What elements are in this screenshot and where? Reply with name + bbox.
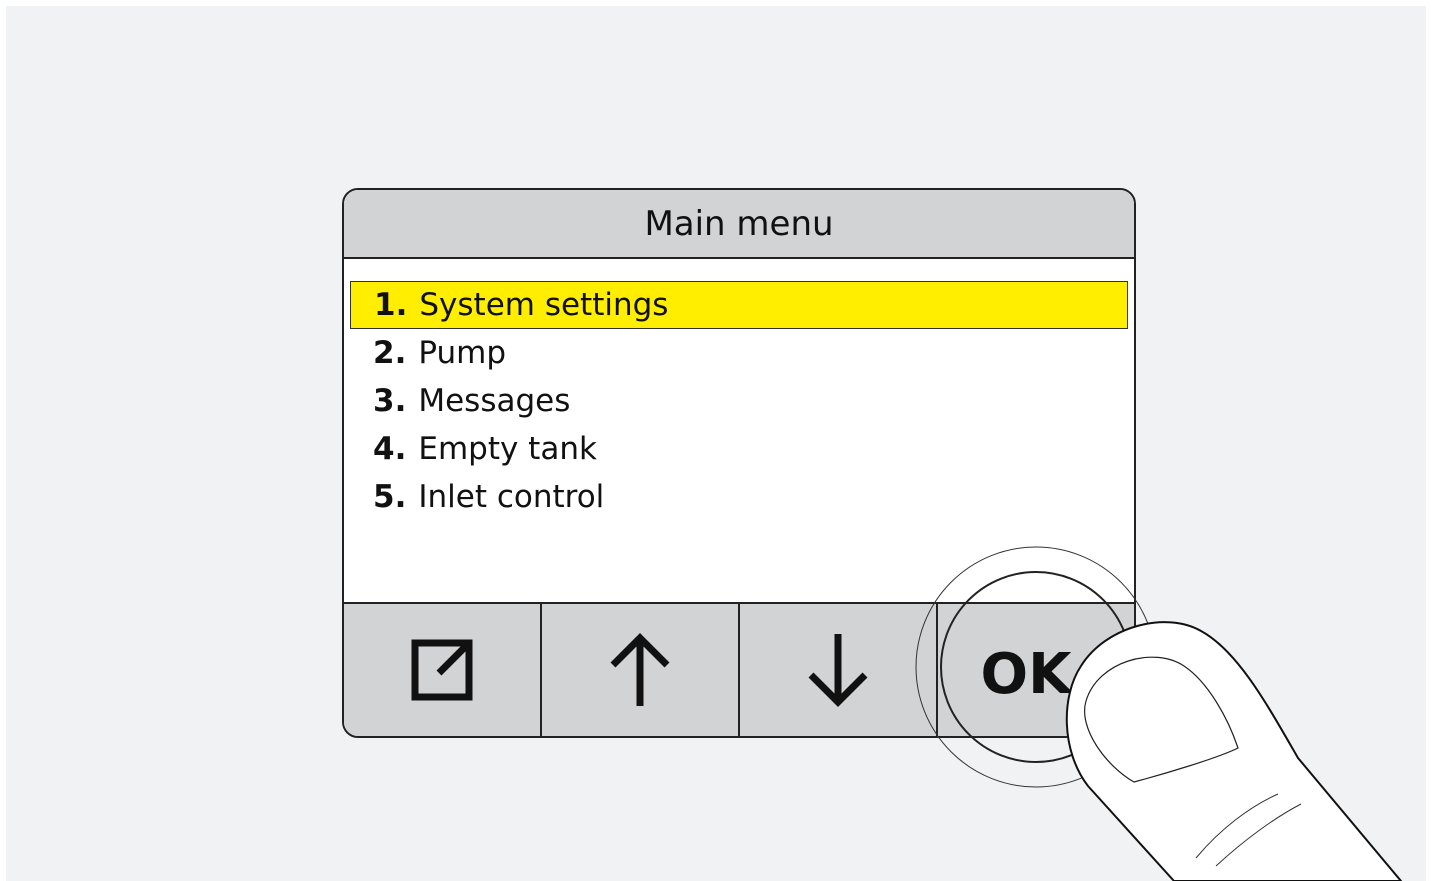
softkey-bar: OK: [344, 602, 1134, 736]
exit-button[interactable]: [344, 604, 542, 736]
menu-item-number: 3.: [373, 383, 407, 419]
menu-item-label: Messages: [418, 383, 571, 419]
menu-item-number: 1.: [374, 287, 408, 323]
page-title: Main menu: [644, 203, 834, 244]
display-panel: Main menu 1. System settings 2. Pump 3. …: [342, 188, 1136, 738]
menu-item-number: 2.: [373, 335, 407, 371]
menu-item-inlet-control[interactable]: 5. Inlet control: [350, 473, 1128, 521]
menu-item-label: Empty tank: [418, 431, 597, 467]
menu-item-pump[interactable]: 2. Pump: [350, 329, 1128, 377]
arrow-up-icon: [610, 633, 670, 706]
ok-button[interactable]: OK: [938, 604, 1134, 736]
menu-item-system-settings[interactable]: 1. System settings: [350, 281, 1128, 329]
main-menu-list: 1. System settings 2. Pump 3. Messages 4…: [344, 259, 1134, 625]
menu-header: Main menu: [344, 190, 1134, 259]
ok-label: OK: [980, 641, 1072, 707]
up-button[interactable]: [542, 604, 740, 736]
menu-item-label: Pump: [418, 335, 507, 371]
arrow-down-icon: [808, 634, 868, 707]
exit-icon: [411, 639, 473, 701]
illustration-background: Main menu 1. System settings 2. Pump 3. …: [6, 6, 1426, 881]
menu-item-label: Inlet control: [418, 479, 605, 515]
menu-item-messages[interactable]: 3. Messages: [350, 377, 1128, 425]
down-button[interactable]: [740, 604, 938, 736]
menu-item-number: 4.: [373, 431, 407, 467]
menu-item-label: System settings: [419, 287, 669, 323]
menu-item-empty-tank[interactable]: 4. Empty tank: [350, 425, 1128, 473]
menu-item-number: 5.: [373, 479, 407, 515]
